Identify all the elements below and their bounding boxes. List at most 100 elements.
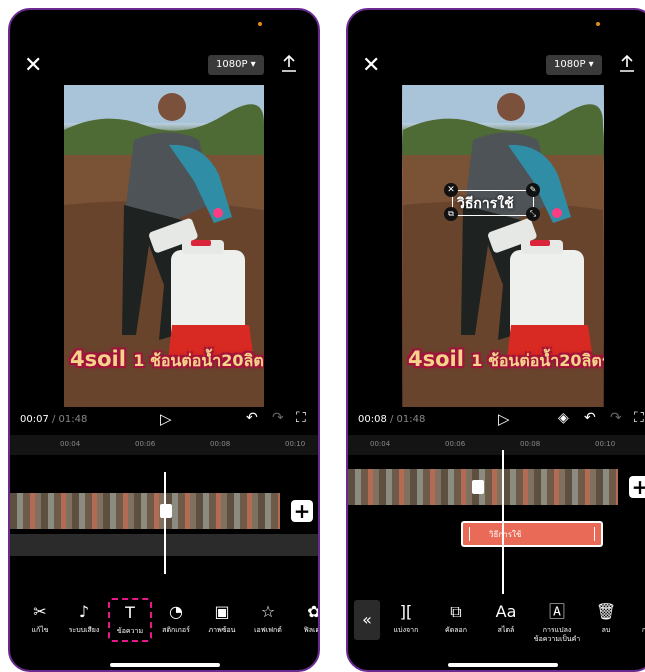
back-chevron-icon[interactable]: « — [354, 600, 380, 640]
clip-trim-handle-left[interactable] — [469, 527, 470, 541]
tool-label: แบ่งจาก — [393, 626, 419, 634]
fullscreen-icon[interactable]: ⛶ — [296, 410, 306, 426]
close-icon[interactable]: ✕ — [362, 55, 380, 77]
resolution-selector[interactable]: 1080P ▾ — [546, 55, 602, 75]
ruler-tick: 00:10 — [595, 440, 616, 448]
time-current: 00:07 — [20, 414, 49, 425]
export-upload-icon[interactable] — [618, 54, 636, 74]
ruler-tick: 00:08 — [210, 440, 231, 448]
bottom-toolbar: « ][ แบ่งจาก ⧉ คัดลอก Aa สไตล์ 🄰 การแปลง… — [348, 600, 645, 662]
caption-sub: 1 ช้อนต่อน้ำ20ลิตร — [133, 351, 264, 370]
tool-style[interactable]: Aa สไตล์ — [484, 602, 528, 635]
keyframe-icon[interactable]: ◈ — [558, 410, 569, 426]
ruler-tick: 00:06 — [445, 440, 466, 448]
home-indicator[interactable] — [110, 663, 220, 667]
tool-sticker[interactable]: ◔ สติกเกอร์ — [154, 602, 198, 635]
export-upload-icon[interactable] — [280, 54, 298, 74]
playback-time: 00:08 / 01:48 — [358, 414, 425, 425]
tool-overlay[interactable]: ▣ ภาพซ้อน — [200, 602, 244, 635]
tool-label: เอฟเฟกต์ — [254, 626, 282, 634]
duplicate-text-icon[interactable]: ⧉ — [444, 207, 458, 221]
ruler-tick: 00:04 — [60, 440, 81, 448]
style-icon: Aa — [495, 602, 517, 621]
tool-label: ข้อความ — [116, 627, 144, 635]
sticker-icon: ◔ — [169, 602, 183, 621]
ruler-tick: 00:06 — [135, 440, 156, 448]
tool-label: ระบบเสียง — [68, 626, 100, 634]
tool-edit[interactable]: ✂ แก้ไข — [18, 602, 62, 635]
playback-time: 00:07 / 01:48 — [20, 414, 87, 425]
tool-label: สติกเกอร์ — [162, 626, 190, 634]
video-caption-overlay: 4soil 1 ช้อนต่อน้ำ20ลิตร — [408, 347, 604, 374]
time-total: / 01:48 — [386, 414, 426, 425]
text-to-speech-icon: 🄰 — [548, 602, 565, 621]
timeline-ruler: 00:04 00:06 00:08 00:10 — [348, 435, 645, 455]
clip-trim-handle-right[interactable] — [594, 527, 595, 541]
undo-icon[interactable]: ↶ — [584, 410, 596, 426]
ruler-tick: 00:08 — [520, 440, 541, 448]
split-icon: ][ — [399, 602, 413, 621]
bottom-toolbar: ✂ แก้ไข ♪ ระบบเสียง T ข้อความ ◔ สติกเกอร… — [10, 598, 320, 662]
overlay-text[interactable]: วิธีการใช้ — [457, 193, 514, 215]
undo-icon[interactable]: ↶ — [246, 410, 258, 426]
transition-marker[interactable] — [160, 504, 172, 518]
trash-icon: 🗑 — [595, 602, 617, 621]
tool-more[interactable]: กา — [624, 602, 645, 635]
playhead[interactable] — [164, 472, 166, 574]
timeline-ruler: 00:04 00:06 00:08 00:10 — [10, 435, 318, 455]
home-indicator[interactable] — [448, 663, 558, 667]
phone-screen-right: ✕ 1080P ▾ วิธีการใช้ ✕ ✎ ⧉ ⤡ 4soil 1 ช้อ… — [346, 8, 645, 672]
phone-screen-left: ✕ 1080P ▾ 4soil 1 ช้อนต่อน้ำ20ลิตร 00:07… — [8, 8, 320, 672]
add-clip-button[interactable]: + — [629, 476, 645, 498]
more-icon — [624, 602, 645, 622]
video-caption-overlay: 4soil 1 ช้อนต่อน้ำ20ลิตร — [70, 347, 264, 374]
tool-label: ลบ — [601, 626, 611, 634]
text-clip-track[interactable]: วิธีการใช้ — [461, 521, 603, 547]
play-icon[interactable]: ▷ — [498, 410, 510, 428]
status-dot — [258, 22, 262, 26]
resize-text-icon[interactable]: ⤡ — [526, 207, 540, 221]
time-total: / 01:48 — [48, 414, 88, 425]
tool-label: แก้ไข — [31, 626, 49, 634]
tool-effects[interactable]: ☆ เอฟเฟกต์ — [246, 602, 290, 635]
fullscreen-icon[interactable]: ⛶ — [634, 410, 644, 426]
caption-sub: 1 ช้อนต่อน้ำ20ลิตร — [471, 351, 604, 370]
tool-split[interactable]: ][ แบ่งจาก — [384, 602, 428, 635]
add-clip-button[interactable]: + — [291, 500, 313, 522]
edit-text-icon[interactable]: ✎ — [526, 183, 540, 197]
redo-icon[interactable]: ↷ — [610, 410, 622, 426]
overlay-icon: ▣ — [214, 602, 230, 621]
tool-label: ฟิลเตอ — [303, 626, 320, 634]
video-clip-track[interactable] — [10, 493, 280, 529]
effects-star-icon: ☆ — [260, 602, 276, 621]
caption-main: 4soil — [408, 347, 464, 371]
video-preview[interactable]: 4soil 1 ช้อนต่อน้ำ20ลิตร — [64, 85, 264, 407]
tool-text-to-speech[interactable]: 🄰 การแปลง ข้อความเป็นคำ — [528, 602, 586, 644]
caption-main: 4soil — [70, 347, 126, 371]
text-selection-box[interactable]: วิธีการใช้ — [452, 190, 534, 216]
scissors-icon: ✂ — [33, 602, 47, 621]
close-icon[interactable]: ✕ — [24, 55, 42, 77]
transition-marker[interactable] — [472, 480, 484, 494]
filter-icon: ✿ — [307, 602, 320, 621]
tool-delete[interactable]: 🗑 ลบ — [584, 602, 628, 635]
tool-filter[interactable]: ✿ ฟิลเตอ — [292, 602, 320, 635]
copy-icon: ⧉ — [450, 602, 462, 621]
music-note-icon: ♪ — [78, 602, 90, 621]
tool-audio[interactable]: ♪ ระบบเสียง — [62, 602, 106, 635]
status-dot — [596, 22, 600, 26]
text-clip-label: วิธีการใช้ — [489, 530, 522, 539]
ruler-tick: 00:04 — [370, 440, 391, 448]
redo-icon[interactable]: ↷ — [272, 410, 284, 426]
tool-label: คัดลอก — [445, 626, 467, 634]
tool-copy[interactable]: ⧉ คัดลอก — [434, 602, 478, 635]
text-icon: T — [125, 603, 135, 622]
tool-label: การแปลง ข้อความเป็นคำ — [533, 626, 581, 643]
playhead[interactable] — [502, 450, 504, 594]
resolution-selector[interactable]: 1080P ▾ — [208, 55, 264, 75]
tool-label: ภาพซ้อน — [208, 626, 236, 634]
play-icon[interactable]: ▷ — [160, 410, 172, 428]
tool-text[interactable]: T ข้อความ — [108, 598, 152, 642]
video-preview[interactable]: วิธีการใช้ ✕ ✎ ⧉ ⤡ 4soil 1 ช้อนต่อน้ำ20ล… — [402, 85, 604, 407]
delete-text-icon[interactable]: ✕ — [444, 183, 458, 197]
